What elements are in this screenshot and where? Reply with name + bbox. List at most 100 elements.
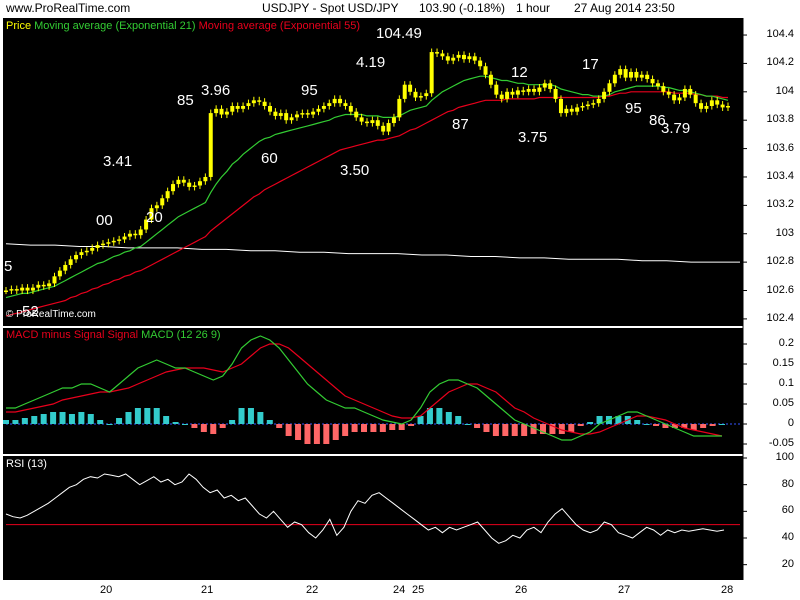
price-tick-label: 103 [775, 226, 794, 239]
price-annotation: 4.19 [356, 54, 386, 71]
candle-body [224, 111, 229, 115]
candle-body [623, 69, 628, 78]
candle-body [548, 83, 553, 89]
price-annotation: 17 [582, 56, 599, 73]
macd-histogram-bar [577, 424, 584, 426]
candle-body [365, 121, 369, 124]
candle-body [246, 103, 251, 106]
candle-body [564, 108, 569, 114]
candle-body [36, 284, 41, 288]
candle-body [284, 113, 289, 121]
candle-body [278, 113, 283, 116]
price-tick-label: 103.8 [766, 113, 794, 126]
candle-body [666, 91, 671, 95]
macd-histogram-bar [511, 424, 518, 436]
candle-body [526, 88, 531, 92]
macd-histogram-bar [502, 424, 509, 436]
candle-body [580, 106, 585, 108]
candle-body [596, 98, 601, 104]
candle-body [154, 205, 159, 209]
candle-body [677, 97, 682, 101]
candle-body [197, 181, 202, 186]
macd-histogram-bar [464, 424, 471, 425]
macd-histogram-bar [12, 420, 19, 424]
candle-body [488, 74, 493, 85]
candle-body [219, 108, 224, 115]
macd-histogram-bar [163, 416, 170, 424]
candle-body [607, 83, 612, 92]
candle-body [542, 83, 547, 88]
price-annotation: 12 [511, 64, 528, 81]
price-tick-label: 104 [775, 84, 794, 97]
candle-body [176, 179, 181, 185]
candle-body [720, 104, 725, 108]
macd-tick-label: -0.05 [768, 437, 794, 449]
candle-body [553, 88, 558, 99]
candle-body [370, 120, 375, 124]
macd-histogram-bar [134, 408, 141, 424]
macd-histogram-bar [238, 408, 245, 424]
rsi-legend-item-0: RSI (13) [6, 458, 47, 470]
candle-body [251, 100, 256, 104]
candle-body [106, 242, 111, 244]
price-annotation: 5 [4, 258, 13, 275]
candle-body [181, 179, 186, 183]
candle-body [612, 74, 617, 84]
macd-histogram-bar [455, 416, 462, 424]
candle-body [30, 287, 35, 291]
candle-body [305, 113, 310, 115]
candle-body [386, 123, 391, 132]
candle-body [68, 259, 73, 265]
candle-body [715, 100, 720, 105]
macd-histogram-bar [257, 412, 264, 424]
candle-body [591, 103, 596, 105]
candle-body [672, 94, 677, 101]
candle-body [241, 106, 246, 109]
macd-histogram-bar [445, 412, 452, 424]
candle-body [505, 91, 510, 99]
price-annotation: 85 [177, 92, 194, 109]
candle-body [9, 289, 14, 291]
macd-legend-item-1: Signal [107, 329, 142, 341]
price-legend-item-2: Moving average (Exponential 55) [198, 20, 361, 32]
price-annotation: 95 [625, 100, 642, 117]
candle-body [127, 233, 132, 237]
macd-histogram-bar [398, 424, 405, 430]
price-legend-item-0: Price [6, 20, 35, 32]
price-annotation: 3.79 [661, 120, 691, 137]
macd-histogram-bar [21, 418, 28, 424]
rsi-panel-bg [3, 456, 743, 580]
candle-body [74, 255, 79, 260]
candle-body [510, 91, 515, 95]
candle-body [20, 287, 25, 291]
candle-body [289, 117, 294, 121]
macd-tick-label: 0.1 [778, 377, 794, 389]
macd-histogram-bar [125, 412, 132, 424]
candle-body [391, 117, 396, 124]
macd-legend: MACD minus Signal Signal MACD (12 26 9) [6, 329, 221, 342]
macd-histogram-bar [153, 408, 160, 424]
candle-body [375, 120, 380, 126]
macd-tick-label: 0.15 [772, 357, 794, 369]
candle-body [187, 182, 192, 187]
macd-histogram-bar [3, 420, 9, 424]
candle-body [311, 111, 316, 115]
candle-body [435, 52, 440, 54]
macd-histogram-bar [295, 424, 302, 440]
macd-histogram-bar [106, 424, 113, 425]
candle-body [639, 74, 644, 78]
candle-body [645, 74, 650, 80]
candle-body [90, 247, 95, 251]
x-tick-label: 21 [201, 584, 214, 596]
candle-body [111, 240, 116, 243]
candle-body [47, 283, 52, 287]
macd-histogram-bar [276, 424, 283, 428]
price-annotation: 52 [22, 303, 39, 320]
candle-body [192, 185, 197, 187]
macd-histogram-bar [643, 424, 650, 425]
candle-body [521, 90, 526, 92]
candle-body [456, 54, 461, 58]
candle-body [338, 98, 343, 104]
candle-body [230, 106, 235, 112]
candle-body [160, 198, 165, 206]
